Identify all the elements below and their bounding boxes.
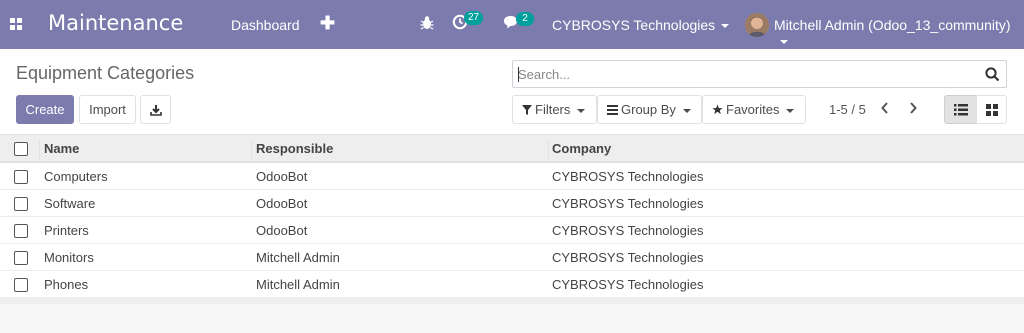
chevron-left-icon[interactable] bbox=[880, 101, 890, 120]
row-checkbox[interactable] bbox=[14, 271, 30, 297]
import-button[interactable]: Import bbox=[79, 95, 136, 124]
cell-responsible: Mitchell Admin bbox=[256, 277, 340, 292]
cell-company: CYBROSYS Technologies bbox=[552, 223, 704, 238]
control-panel: Equipment Categories Search... Create Im… bbox=[0, 49, 1024, 135]
menu-dashboard[interactable]: Dashboard bbox=[231, 17, 300, 33]
apps-grid-icon[interactable] bbox=[10, 18, 23, 31]
chevron-down-icon bbox=[682, 108, 691, 113]
row-checkbox[interactable] bbox=[14, 163, 30, 189]
plus-icon[interactable]: ✚ bbox=[320, 13, 335, 34]
filter-icon bbox=[522, 97, 532, 124]
chevron-down-icon bbox=[786, 108, 795, 113]
cell-responsible: Mitchell Admin bbox=[256, 250, 340, 265]
breadcrumb: Equipment Categories bbox=[16, 63, 195, 83]
cell-company: CYBROSYS Technologies bbox=[552, 196, 704, 211]
table-row[interactable]: Software OdooBot CYBROSYS Technologies bbox=[0, 190, 1024, 217]
search-input[interactable]: Search... bbox=[518, 67, 958, 82]
chevron-down-icon bbox=[780, 40, 788, 45]
company-name: CYBROSYS Technologies bbox=[552, 17, 716, 33]
create-button[interactable]: Create bbox=[16, 95, 74, 124]
table-header: Name Responsible Company bbox=[0, 135, 1024, 163]
bug-icon[interactable] bbox=[420, 15, 434, 36]
cell-responsible: OdooBot bbox=[256, 223, 308, 238]
favorites-dropdown[interactable]: Favorites bbox=[702, 95, 806, 124]
column-header-company[interactable]: Company bbox=[552, 135, 611, 161]
chevron-down-icon bbox=[721, 24, 730, 29]
search-icon[interactable] bbox=[985, 67, 1000, 87]
favorites-label: Favorites bbox=[726, 102, 780, 117]
cell-company: CYBROSYS Technologies bbox=[552, 250, 704, 265]
app-title[interactable]: Maintenance bbox=[48, 11, 183, 35]
search-box[interactable]: Search... bbox=[512, 60, 1007, 88]
table-row[interactable]: Printers OdooBot CYBROSYS Technologies bbox=[0, 217, 1024, 244]
group-by-label: Group By bbox=[621, 102, 676, 117]
list-view-button[interactable] bbox=[944, 95, 977, 124]
message-count-badge: 2 bbox=[516, 12, 534, 26]
cell-name: Software bbox=[44, 196, 96, 211]
column-divider bbox=[251, 139, 252, 159]
cell-company: CYBROSYS Technologies bbox=[552, 277, 704, 292]
cell-name: Computers bbox=[44, 169, 108, 184]
avatar[interactable] bbox=[745, 13, 769, 37]
cell-responsible: OdooBot bbox=[256, 196, 308, 211]
chevron-down-icon bbox=[577, 108, 586, 113]
row-checkbox[interactable] bbox=[14, 244, 30, 270]
chevron-right-icon[interactable] bbox=[908, 101, 918, 120]
group-by-icon bbox=[607, 97, 618, 124]
pager-value[interactable]: 1-5 / 5 bbox=[829, 102, 866, 117]
column-divider bbox=[39, 139, 40, 159]
group-by-dropdown[interactable]: Group By bbox=[597, 95, 702, 124]
top-navbar: Maintenance Dashboard ✚ 27 2 CYBROSYS Te… bbox=[0, 0, 1024, 49]
table-row[interactable]: Monitors Mitchell Admin CYBROSYS Technol… bbox=[0, 244, 1024, 271]
cell-company: CYBROSYS Technologies bbox=[552, 169, 704, 184]
user-name: Mitchell Admin (Odoo_13_community) bbox=[774, 17, 1011, 33]
column-header-name[interactable]: Name bbox=[44, 135, 79, 161]
activity-count-badge: 27 bbox=[464, 11, 484, 25]
table-row[interactable]: Phones Mitchell Admin CYBROSYS Technolog… bbox=[0, 271, 1024, 298]
cell-name: Printers bbox=[44, 223, 89, 238]
row-checkbox[interactable] bbox=[14, 190, 30, 216]
row-checkbox[interactable] bbox=[14, 217, 30, 243]
filters-label: Filters bbox=[535, 102, 571, 117]
select-all-checkbox[interactable] bbox=[14, 135, 30, 161]
cell-name: Monitors bbox=[44, 250, 94, 265]
cell-responsible: OdooBot bbox=[256, 169, 308, 184]
list-table: Name Responsible Company Computers OdooB… bbox=[0, 135, 1024, 304]
kanban-view-button[interactable] bbox=[976, 95, 1007, 124]
filters-dropdown[interactable]: Filters bbox=[512, 95, 597, 124]
table-footer bbox=[0, 298, 1024, 304]
activity-clock-icon[interactable]: 27 bbox=[452, 11, 484, 35]
column-divider bbox=[548, 139, 549, 159]
text-cursor bbox=[518, 67, 519, 82]
column-header-responsible[interactable]: Responsible bbox=[256, 135, 333, 161]
chat-icon[interactable]: 2 bbox=[503, 12, 534, 35]
user-menu[interactable]: Mitchell Admin (Odoo_13_community) bbox=[774, 17, 1024, 49]
star-icon bbox=[712, 97, 723, 124]
download-button[interactable] bbox=[140, 95, 171, 124]
cell-name: Phones bbox=[44, 277, 89, 292]
table-row[interactable]: Computers OdooBot CYBROSYS Technologies bbox=[0, 163, 1024, 190]
download-icon bbox=[149, 104, 162, 119]
company-switcher[interactable]: CYBROSYS Technologies bbox=[552, 17, 730, 33]
